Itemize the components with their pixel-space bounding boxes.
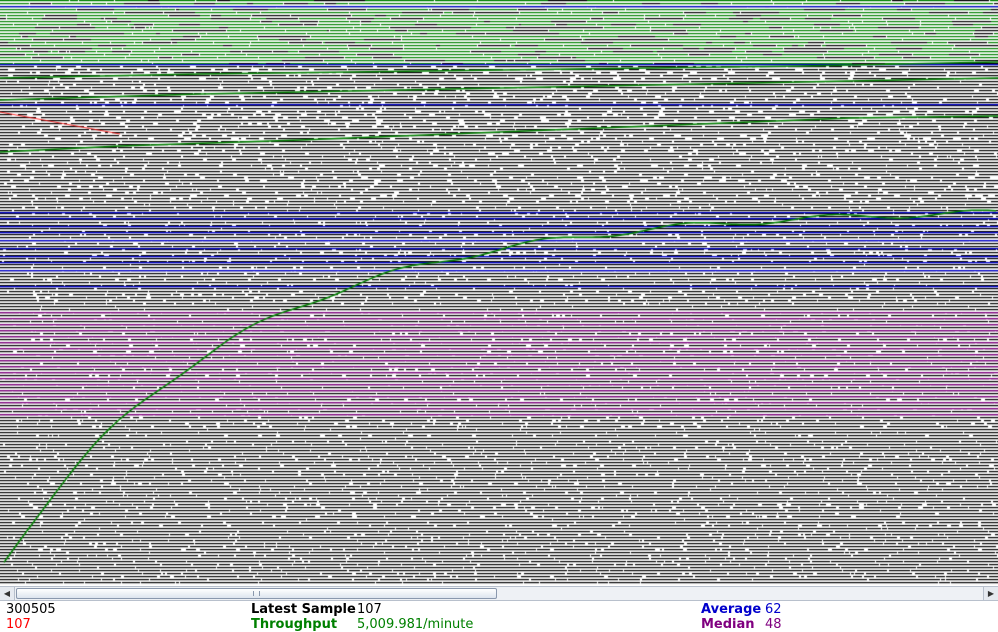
graph-results-panel: ◀ ▶ 300505 107 Latest Sample 107 Through… [0,0,998,632]
arrow-right-icon[interactable]: ▶ [983,587,998,600]
sample-count: 300505 [6,602,56,617]
average-label: Average [701,602,762,617]
scrollbar-thumb[interactable] [16,588,497,599]
scrollbar-grip-icon [253,591,260,596]
average-value: 62 [765,602,782,617]
latest-sample-label: Latest Sample [251,602,356,617]
arrow-left-icon[interactable]: ◀ [0,587,15,600]
horizontal-scrollbar[interactable]: ◀ ▶ [0,586,998,601]
stats-bar: 300505 107 Latest Sample 107 Throughput … [0,602,998,632]
throughput-value: 5,009.981/minute [357,617,474,632]
response-time-graph [0,0,998,585]
median-value: 48 [765,617,782,632]
median-label: Median [701,617,755,632]
throughput-label: Throughput [251,617,338,632]
deviation-value: 107 [6,617,31,632]
latest-sample-value: 107 [357,602,382,617]
